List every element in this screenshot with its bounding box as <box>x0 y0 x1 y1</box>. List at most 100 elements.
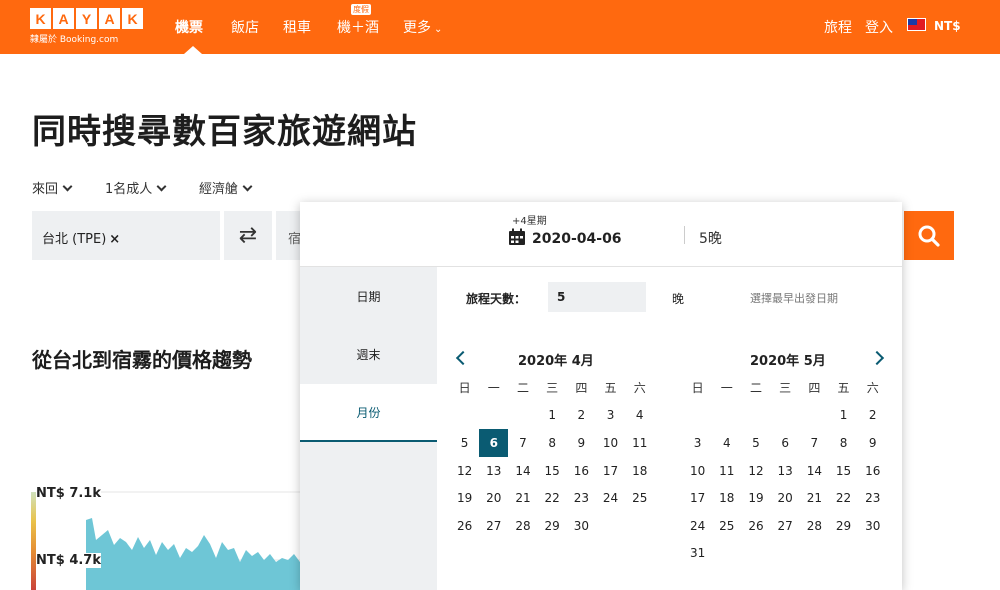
calendar-icon <box>509 228 525 245</box>
calendar-day[interactable]: 18 <box>712 484 741 512</box>
calendar-day[interactable]: 24 <box>683 512 712 540</box>
calendar-day[interactable]: 16 <box>567 457 596 485</box>
calendar-day[interactable]: 14 <box>508 457 537 485</box>
calendar-day[interactable]: 8 <box>829 429 858 457</box>
logo-subtitle: 隸屬於 Booking.com <box>30 35 119 45</box>
calendar-day[interactable]: 15 <box>538 457 567 485</box>
calendar-day[interactable]: 17 <box>596 457 625 485</box>
calendar-day[interactable]: 22 <box>538 484 567 512</box>
calendar-day[interactable]: 28 <box>800 512 829 540</box>
nav-trips[interactable]: 旅程 <box>824 17 852 37</box>
origin-field[interactable]: 台北 (TPE) × <box>32 211 220 260</box>
nav-flights[interactable]: 機票 <box>175 17 203 37</box>
calendar-day[interactable]: 16 <box>858 457 887 485</box>
prev-month-icon[interactable] <box>454 350 470 366</box>
cabin-class-dropdown[interactable]: 經濟艙 <box>199 178 253 197</box>
calendar-day[interactable]: 13 <box>479 457 508 485</box>
nav-more[interactable]: 更多 ⌄ <box>403 17 442 37</box>
calendar-day[interactable]: 4 <box>712 429 741 457</box>
calendar-day[interactable]: 29 <box>829 512 858 540</box>
tab-dates[interactable]: 日期 <box>300 267 437 325</box>
calendar-day[interactable]: 10 <box>596 429 625 457</box>
calendar-day[interactable]: 21 <box>508 484 537 512</box>
travelers-dropdown[interactable]: 1名成人 <box>105 178 167 197</box>
taiwan-flag-icon[interactable] <box>907 18 926 31</box>
calendar-day[interactable]: 27 <box>479 512 508 540</box>
next-month-icon[interactable] <box>870 350 886 366</box>
trip-duration-input[interactable] <box>548 282 646 312</box>
calendar-day[interactable]: 25 <box>625 484 654 512</box>
calendar-day[interactable]: 8 <box>538 429 567 457</box>
calendar-day[interactable]: 2 <box>858 402 887 430</box>
calendar-day[interactable]: 9 <box>858 429 887 457</box>
nav-hotels[interactable]: 飯店 <box>231 17 259 37</box>
calendar-day[interactable]: 23 <box>858 484 887 512</box>
calendar-day[interactable]: 3 <box>596 402 625 430</box>
calendar-day[interactable]: 12 <box>741 457 770 485</box>
calendar-day[interactable]: 30 <box>858 512 887 540</box>
tab-months[interactable]: 月份 <box>300 384 437 442</box>
trip-duration-unit: 晚 <box>672 292 685 306</box>
depart-date-field[interactable]: 2020-04-06 <box>508 228 622 247</box>
weekday-header: 三 <box>546 381 559 396</box>
chevron-down-icon <box>156 181 167 192</box>
calendar-day[interactable]: 12 <box>450 457 479 485</box>
calendar-day-selected[interactable]: 6 <box>479 429 509 457</box>
nav-login[interactable]: 登入 <box>865 17 893 37</box>
calendar-day[interactable]: 1 <box>829 402 858 430</box>
nav-packages-badge: 度假 <box>351 4 371 15</box>
calendar-day[interactable]: 5 <box>450 429 479 457</box>
calendar-day[interactable]: 15 <box>829 457 858 485</box>
calendar-day[interactable]: 7 <box>508 429 537 457</box>
calendar-grid: 日一二三四五六 1 2 3 4 5 6 7 8 9 10 11 12 13 14 15 16 17 18 19 20 21… <box>450 374 654 540</box>
calendar-day[interactable]: 10 <box>683 457 712 485</box>
calendar-day[interactable]: 24 <box>596 484 625 512</box>
logo-letter: K <box>30 8 51 29</box>
logo-letter: Y <box>76 8 97 29</box>
calendar-day[interactable]: 9 <box>567 429 596 457</box>
calendar-day[interactable]: 20 <box>479 484 508 512</box>
calendar-day[interactable]: 29 <box>538 512 567 540</box>
calendar-day[interactable]: 11 <box>625 429 654 457</box>
weekday-header: 六 <box>633 381 646 396</box>
calendar-day[interactable]: 21 <box>800 484 829 512</box>
calendar-day[interactable]: 26 <box>450 512 479 540</box>
calendar-day[interactable]: 30 <box>567 512 596 540</box>
calendar-day[interactable]: 20 <box>771 484 800 512</box>
calendar-day[interactable]: 7 <box>800 429 829 457</box>
swap-button[interactable]: ⇄ <box>224 211 272 260</box>
calendar-day[interactable]: 27 <box>771 512 800 540</box>
calendar-day[interactable]: 5 <box>741 429 770 457</box>
weekday-header: 一 <box>487 381 500 396</box>
tab-weekends[interactable]: 週末 <box>300 325 437 383</box>
calendar-day[interactable]: 4 <box>625 402 654 430</box>
trip-type-dropdown[interactable]: 來回 <box>32 178 73 197</box>
calendar-day[interactable]: 28 <box>508 512 537 540</box>
depart-offset-label: +4星期 <box>512 216 547 227</box>
calendar-day[interactable]: 1 <box>538 402 567 430</box>
calendar-day[interactable]: 22 <box>829 484 858 512</box>
calendar-day[interactable]: 17 <box>683 484 712 512</box>
nav-packages[interactable]: 機＋酒 <box>337 17 379 37</box>
calendar-day[interactable]: 11 <box>712 457 741 485</box>
calendar-day[interactable]: 25 <box>712 512 741 540</box>
kayak-logo[interactable]: KAYAK 隸屬於 Booking.com <box>30 8 143 45</box>
calendar-day[interactable]: 19 <box>450 484 479 512</box>
nights-field[interactable]: 5晚 <box>699 228 722 248</box>
travelers-label: 1名成人 <box>105 182 153 197</box>
calendar-day[interactable]: 31 <box>683 540 712 568</box>
calendar-day[interactable]: 19 <box>741 484 770 512</box>
search-button[interactable] <box>904 211 954 260</box>
calendar-day[interactable]: 14 <box>800 457 829 485</box>
calendar-day[interactable]: 18 <box>625 457 654 485</box>
nav-cars[interactable]: 租車 <box>283 17 311 37</box>
calendar-day[interactable]: 13 <box>771 457 800 485</box>
calendar-day[interactable]: 23 <box>567 484 596 512</box>
clear-origin-icon[interactable]: × <box>109 232 120 247</box>
currency-selector[interactable]: NT$ <box>934 19 961 33</box>
depart-date-value: 2020-04-06 <box>532 231 622 247</box>
calendar-day[interactable]: 3 <box>683 429 712 457</box>
calendar-day[interactable]: 2 <box>567 402 596 430</box>
calendar-day[interactable]: 26 <box>741 512 770 540</box>
calendar-day[interactable]: 6 <box>771 429 800 457</box>
